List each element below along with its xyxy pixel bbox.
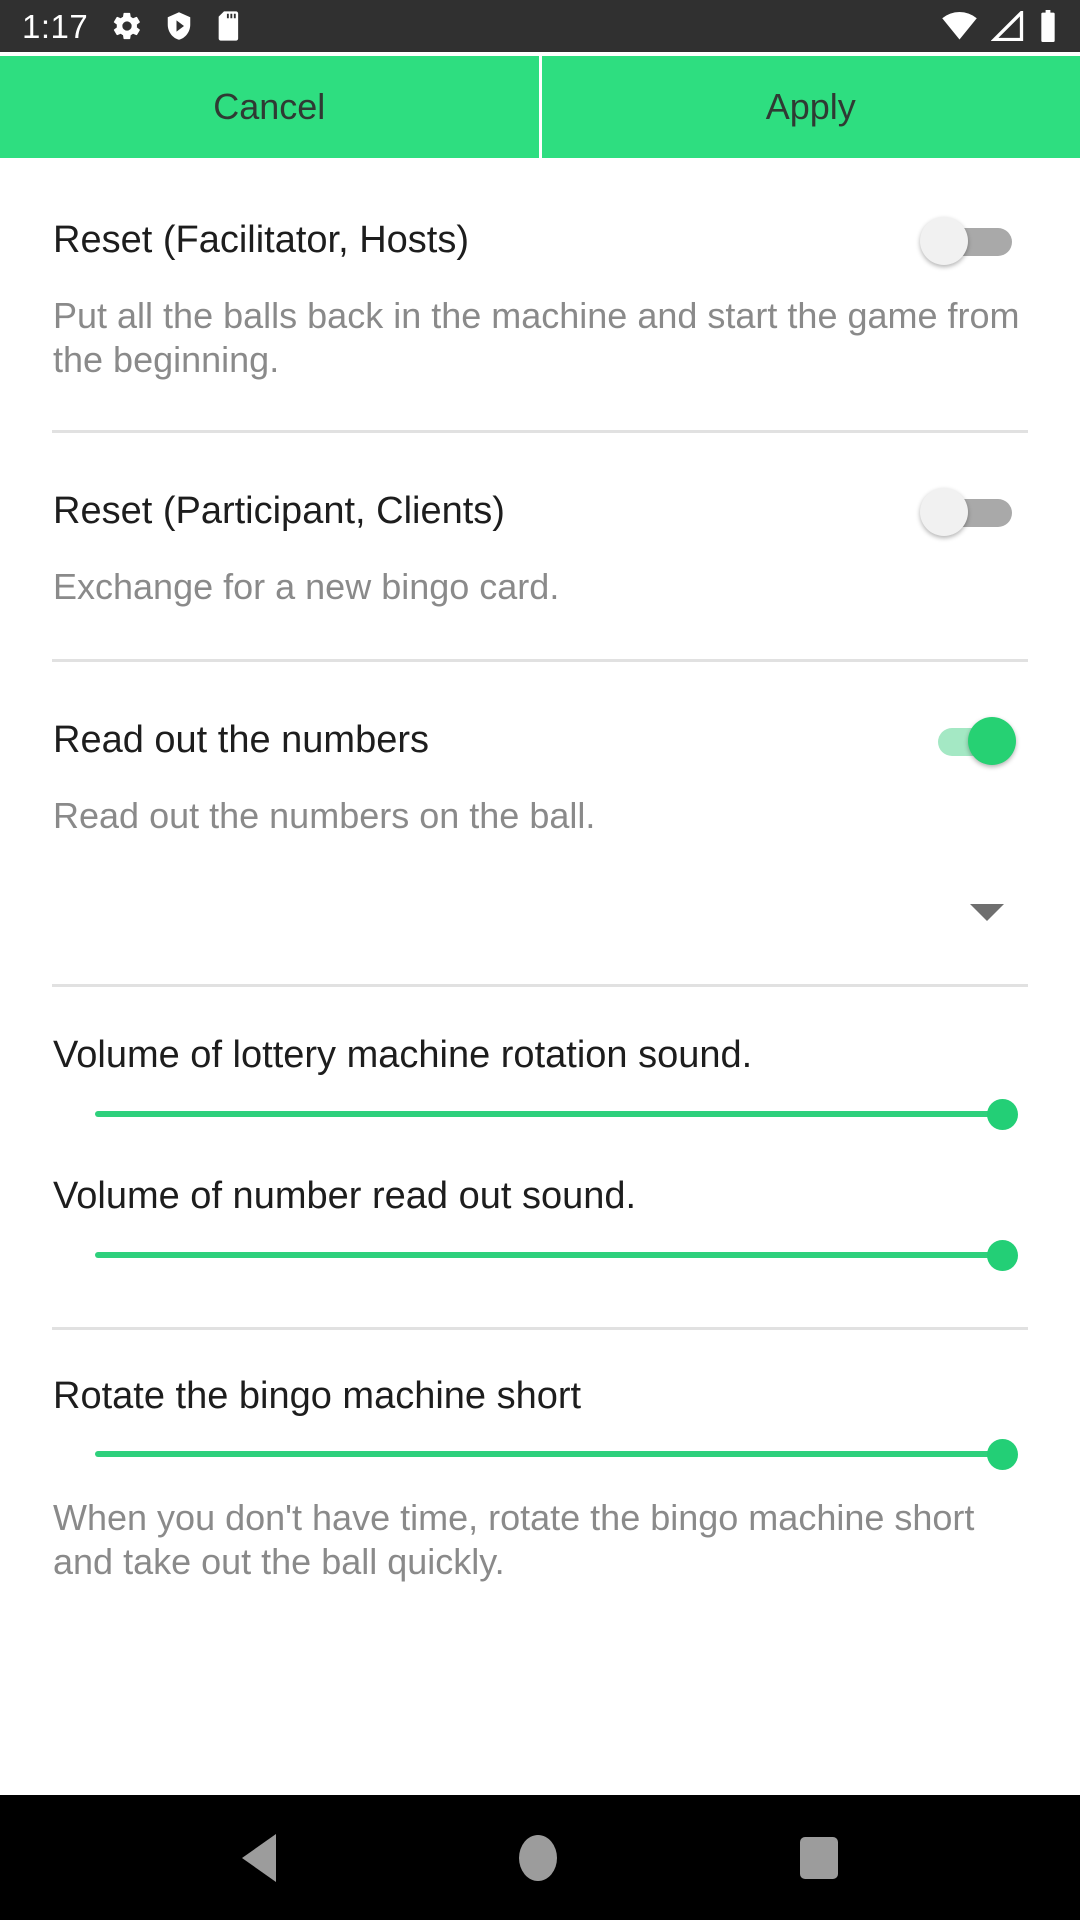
setting-title: Reset (Facilitator, Hosts): [53, 219, 469, 261]
home-circle-icon[interactable]: [518, 1834, 557, 1881]
wifi-icon: [942, 11, 977, 40]
cellular-signal-icon: [991, 11, 1024, 41]
slider-row-readout-volume[interactable]: Volume of number read out sound.: [0, 1134, 1080, 1275]
toggle-thumb: [968, 717, 1016, 766]
setting-header: Reset (Facilitator, Hosts): [0, 216, 1080, 265]
status-bar: 1:17: [0, 0, 1080, 52]
setting-title: Read out the numbers: [53, 719, 430, 762]
slider-label: Volume of lottery machine rotation sound…: [53, 1034, 753, 1077]
setting-header: Reset (Participant, Clients): [0, 487, 1080, 536]
back-triangle-icon[interactable]: [241, 1833, 276, 1882]
setting-header: Read out the numbers: [0, 717, 1080, 766]
read-out-numbers-toggle[interactable]: [920, 717, 1016, 766]
action-bar: Cancel Apply: [0, 52, 1080, 158]
slider-row-rotate-short[interactable]: Rotate the bingo machine short When you …: [0, 1330, 1080, 1585]
setting-description: Put all the balls back in the machine an…: [53, 294, 1020, 380]
setting-description: Read out the numbers on the ball.: [53, 795, 596, 837]
shield-play-icon: [167, 12, 191, 40]
rotate-short-description: When you don't have time, rotate the bin…: [53, 1497, 975, 1583]
apply-button[interactable]: Apply: [541, 56, 1080, 158]
rotate-short-title: Rotate the bingo machine short: [53, 1374, 582, 1417]
voice-language-dropdown[interactable]: [0, 878, 1080, 950]
slider-track: [95, 1110, 1010, 1117]
setting-description: Exchange for a new bingo card.: [53, 566, 560, 608]
reset-facilitator-toggle[interactable]: [920, 216, 1012, 265]
status-bar-notification-icons: [111, 10, 241, 42]
navigation-bar: [0, 1795, 1080, 1920]
rotate-short-slider[interactable]: [95, 1434, 1018, 1474]
status-bar-system-icons: [941, 10, 1058, 42]
slider-thumb[interactable]: [987, 1239, 1018, 1271]
toggle-thumb: [920, 487, 968, 536]
recents-square-icon[interactable]: [800, 1836, 839, 1879]
cancel-button[interactable]: Cancel: [0, 56, 539, 158]
setting-title: Reset (Participant, Clients): [53, 489, 505, 532]
setting-row-read-out-numbers[interactable]: Read out the numbers Read out the number…: [0, 662, 1080, 950]
slider-thumb[interactable]: [987, 1098, 1018, 1130]
slider-row-rotation-volume[interactable]: Volume of lottery machine rotation sound…: [0, 987, 1080, 1134]
sd-card-icon: [218, 11, 239, 41]
gear-icon: [114, 12, 141, 40]
toggle-thumb: [920, 216, 968, 265]
status-bar-clock: 1:17: [22, 7, 89, 45]
settings-scroll-container[interactable]: Reset (Facilitator, Hosts) Put all the b…: [0, 158, 1080, 1795]
slider-label: Volume of number read out sound.: [53, 1174, 637, 1217]
rotation-volume-slider[interactable]: [95, 1094, 1018, 1134]
slider-track: [95, 1251, 1010, 1258]
slider-thumb[interactable]: [987, 1439, 1018, 1471]
phone-screen: 1:17 Cancel Apply Reset (Facilitator, Ho…: [0, 0, 1080, 1920]
chevron-down-icon[interactable]: [970, 904, 1004, 922]
readout-volume-slider[interactable]: [95, 1235, 1018, 1275]
setting-row-reset-participant[interactable]: Reset (Participant, Clients) Exchange fo…: [0, 433, 1080, 610]
battery-icon: [1041, 10, 1055, 42]
reset-participant-toggle[interactable]: [920, 487, 1012, 536]
setting-row-reset-facilitator[interactable]: Reset (Facilitator, Hosts) Put all the b…: [0, 158, 1080, 382]
slider-track: [95, 1451, 1010, 1458]
